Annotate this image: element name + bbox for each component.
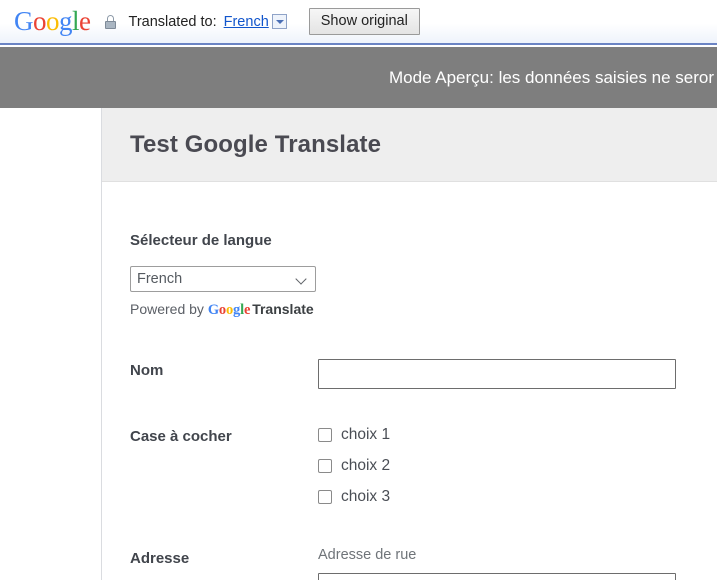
adresse-group: Adresse de rue <box>318 547 676 580</box>
street-address-input[interactable] <box>318 573 676 580</box>
logo-letter-e: e <box>79 6 91 36</box>
show-original-button[interactable]: Show original <box>308 7 420 36</box>
checkbox-label-1[interactable]: choix 1 <box>341 426 390 444</box>
preview-banner-text: Mode Aperçu: les données saisies ne sero… <box>388 67 715 87</box>
checkbox-label-2[interactable]: choix 2 <box>341 457 390 475</box>
checkbox-item-3[interactable]: choix 3 <box>318 488 390 506</box>
logo-letter-l: l <box>72 6 80 36</box>
language-dropdown-chevron-down-icon[interactable] <box>271 14 287 29</box>
language-select-wrapper: French <box>130 266 316 292</box>
page-title: Test Google Translate <box>130 130 382 158</box>
preview-mode-banner: Mode Aperçu: les données saisies ne sero… <box>0 47 717 108</box>
lock-icon <box>104 14 116 29</box>
powered-by-translate-word: Translate <box>252 301 314 317</box>
label-case-a-cocher: Case à cocher <box>130 428 232 445</box>
adresse-de-rue-sub-label: Adresse de rue <box>318 547 417 563</box>
form-header: Test Google Translate <box>102 108 717 182</box>
checkbox-box-1[interactable] <box>318 428 332 442</box>
checkbox-label-3[interactable]: choix 3 <box>341 488 390 506</box>
logo-letter-g2: g <box>59 6 73 36</box>
checkbox-box-3[interactable] <box>318 490 332 504</box>
google-logo: Google <box>14 8 91 35</box>
field-row-nom: Nom <box>130 359 717 389</box>
field-row-checkbox: Case à cocher choix 1 choix 2 choix 3 <box>130 425 717 519</box>
form-panel: Test Google Translate Sélecteur de langu… <box>101 108 717 580</box>
checkbox-item-2[interactable]: choix 2 <box>318 457 390 475</box>
logo-letter-o1: o <box>33 6 47 36</box>
nom-input[interactable] <box>318 359 676 389</box>
language-select[interactable]: French <box>130 266 316 292</box>
powered-by-google-translate: Powered by Google Translate <box>130 301 717 319</box>
label-nom: Nom <box>130 362 164 379</box>
checkbox-box-2[interactable] <box>318 459 332 473</box>
checkbox-item-1[interactable]: choix 1 <box>318 426 390 444</box>
language-selector-label: Sélecteur de langue <box>130 232 272 249</box>
powered-by-prefix: Powered by <box>130 301 204 317</box>
powered-by-google-logo: Google <box>207 302 251 318</box>
target-language-link[interactable]: French <box>224 14 269 30</box>
lock-body <box>104 20 116 29</box>
label-adresse: Adresse <box>130 550 190 567</box>
google-translate-bar: Google Translated to: French Show origin… <box>0 0 717 45</box>
field-row-adresse: Adresse Adresse de rue <box>130 547 717 580</box>
language-selector-section: Sélecteur de langue French Powered by Go… <box>130 232 717 319</box>
translated-to-label: Translated to: <box>128 13 217 30</box>
logo-letter-g1: G <box>14 6 34 36</box>
form-body: Sélecteur de langue French Powered by Go… <box>102 232 717 580</box>
page-content: Test Google Translate Sélecteur de langu… <box>0 108 717 580</box>
logo-letter-o2: o <box>46 6 60 36</box>
checkbox-group: choix 1 choix 2 choix 3 <box>318 425 390 519</box>
